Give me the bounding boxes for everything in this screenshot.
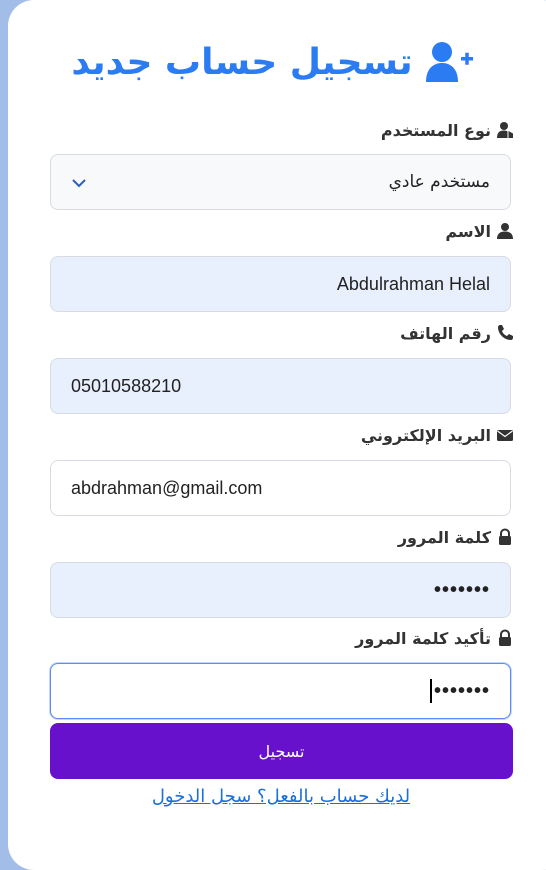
password-input[interactable]: ••••••• bbox=[50, 562, 511, 618]
user-icon bbox=[496, 222, 514, 240]
email-input[interactable]: abdrahman@gmail.com bbox=[50, 460, 511, 516]
page-title-text: تسجيل حساب جديد bbox=[71, 41, 413, 83]
name-input[interactable]: Abdulrahman Helal bbox=[50, 256, 511, 312]
lock-icon bbox=[496, 528, 514, 546]
user-plus-icon bbox=[425, 40, 475, 84]
envelope-icon bbox=[496, 426, 514, 444]
email-label: البريد الإلكتروني bbox=[361, 422, 514, 448]
confirm-password-label: تأكيد كلمة المرور bbox=[355, 625, 514, 651]
chevron-down-icon bbox=[71, 172, 87, 193]
user-type-label: نوع المستخدم bbox=[381, 117, 514, 143]
name-label: الاسم bbox=[445, 218, 514, 244]
phone-input[interactable]: 05010588210 bbox=[50, 358, 511, 414]
login-link[interactable]: لديك حساب بالفعل؟ سجل الدخول bbox=[0, 786, 546, 807]
page-title: تسجيل حساب جديد bbox=[0, 36, 546, 88]
user-type-select[interactable]: مستخدم عادي bbox=[50, 154, 511, 210]
register-button[interactable]: تسجيل bbox=[50, 723, 513, 779]
password-label: كلمة المرور bbox=[398, 524, 514, 550]
lock-icon bbox=[496, 629, 514, 647]
text-caret bbox=[429, 679, 432, 703]
phone-icon bbox=[496, 324, 514, 342]
phone-label: رقم الهاتف bbox=[400, 320, 514, 346]
confirm-password-input[interactable]: ••••••• bbox=[50, 663, 511, 719]
user-tag-icon bbox=[496, 121, 514, 139]
